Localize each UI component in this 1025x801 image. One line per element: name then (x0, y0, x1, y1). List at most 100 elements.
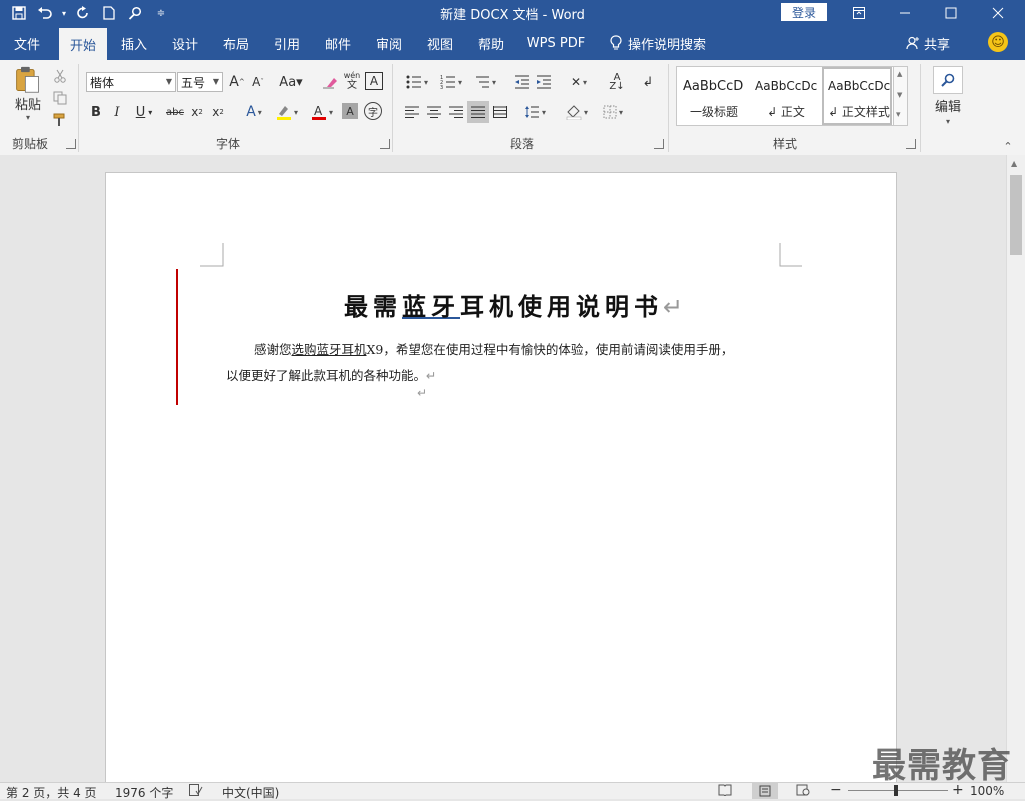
zoom-in-icon[interactable]: + (952, 782, 964, 798)
tab-view[interactable]: 视图 (418, 26, 462, 60)
chevron-down-icon[interactable]: ▼ (897, 91, 902, 99)
scroll-up-icon[interactable]: ▲ (1011, 159, 1017, 168)
styles-launcher-icon[interactable] (906, 139, 916, 149)
italic-icon[interactable]: I (109, 102, 125, 122)
chinese-layout-icon[interactable]: ✕ ▾ (564, 72, 594, 92)
vertical-scrollbar[interactable]: ▲ (1006, 155, 1025, 782)
font-color-icon[interactable]: A ▾ (307, 102, 337, 122)
zoom-out-icon[interactable]: − (830, 782, 842, 798)
save-icon[interactable] (8, 3, 30, 23)
language-status[interactable]: 中文(中国) (222, 784, 279, 801)
tab-file[interactable]: 文件 (0, 26, 54, 60)
shading-icon[interactable]: ▾ (562, 102, 592, 122)
tab-layout[interactable]: 布局 (214, 26, 258, 60)
font-launcher-icon[interactable] (380, 139, 390, 149)
document-page[interactable]: 最需蓝牙耳机使用说明书↵ 感谢您选购蓝牙耳机X9，希望您在使用过程中有愉快的体验… (105, 172, 897, 782)
paragraph-launcher-icon[interactable] (654, 139, 664, 149)
maximize-icon[interactable] (928, 0, 974, 26)
increase-indent-icon[interactable] (534, 72, 554, 92)
tab-insert[interactable]: 插入 (112, 26, 156, 60)
empty-paragraph-mark[interactable]: ↵ (417, 386, 427, 400)
tab-references[interactable]: 引用 (265, 26, 309, 60)
tab-help[interactable]: 帮助 (469, 26, 513, 60)
strikethrough-icon[interactable]: abc (164, 102, 186, 122)
tab-home[interactable]: 开始 (59, 28, 107, 60)
underline-icon[interactable]: U ▾ (130, 102, 158, 122)
find-icon[interactable] (124, 3, 146, 23)
borders-icon[interactable]: ▾ (598, 102, 628, 122)
multilevel-list-icon[interactable]: ▾ (470, 72, 500, 92)
redo-icon[interactable] (72, 3, 94, 23)
decrease-indent-icon[interactable] (512, 72, 532, 92)
ribbon-display-options-icon[interactable] (836, 0, 882, 26)
shrink-font-icon[interactable]: Aˇ (249, 72, 267, 92)
web-layout-icon[interactable] (796, 784, 810, 799)
close-icon[interactable] (975, 0, 1021, 26)
grow-font-icon[interactable]: A ^ (228, 72, 246, 92)
print-layout-icon[interactable] (752, 783, 778, 799)
minimize-icon[interactable] (882, 0, 928, 26)
body-paragraph[interactable]: 以便更好了解此款耳机的各种功能。↵ (226, 365, 826, 384)
clear-formatting-icon[interactable] (320, 72, 340, 92)
editing-button[interactable]: 编辑 ▾ (930, 64, 966, 128)
paste-dropdown-icon[interactable]: ▾ (26, 113, 30, 122)
style-body-text[interactable]: AaBbCcDc ↲ 正文样式 (822, 67, 892, 125)
numbering-icon[interactable]: 1 2 3 ▾ (436, 72, 466, 92)
new-document-icon[interactable] (98, 3, 120, 23)
tab-wps-pdf[interactable]: WPS PDF (520, 26, 592, 60)
share-button[interactable]: 共享 (906, 26, 950, 60)
document-title[interactable]: 最需蓝牙耳机使用说明书↵ (344, 287, 744, 322)
page-count[interactable]: 第 2 页，共 4 页 (6, 784, 97, 801)
clipboard-launcher-icon[interactable] (66, 139, 76, 149)
highlight-color-icon[interactable]: ▾ (272, 102, 302, 122)
tell-me-search[interactable]: 操作说明搜索 (610, 26, 706, 60)
phonetic-guide-icon[interactable]: wén 文 (342, 70, 362, 92)
enclose-characters-icon[interactable]: 字 (364, 102, 382, 120)
login-button[interactable]: 登录 (781, 3, 827, 21)
cut-icon[interactable] (50, 66, 70, 86)
justify-icon[interactable] (467, 101, 489, 123)
show-formatting-marks-icon[interactable]: ↲ (638, 72, 658, 92)
tab-design[interactable]: 设计 (163, 26, 207, 60)
paste-button[interactable]: 粘贴 ▾ (10, 66, 46, 122)
bullets-icon[interactable]: ▾ (402, 72, 432, 92)
body-paragraph[interactable]: 感谢您选购蓝牙耳机X9，希望您在使用过程中有愉快的体验，使用前请阅读使用手册， (254, 339, 814, 358)
text-effects-icon[interactable]: A ▾ (240, 102, 268, 122)
subscript-icon[interactable]: x2 (189, 102, 205, 122)
font-size-combo[interactable]: 五号 ▼ (177, 72, 223, 92)
proofing-icon[interactable] (189, 784, 203, 799)
format-painter-icon[interactable] (50, 110, 70, 130)
zoom-slider-handle[interactable] (894, 785, 898, 796)
smiley-feedback-icon[interactable]: ☺ (988, 32, 1008, 52)
line-spacing-icon[interactable]: ▾ (520, 102, 550, 122)
styles-scroll[interactable]: ▲ ▼ ▾ (893, 66, 908, 126)
align-center-icon[interactable] (424, 102, 444, 122)
sort-icon[interactable]: A Z↓ (606, 72, 628, 92)
more-styles-icon[interactable]: ▾ (896, 110, 901, 120)
distributed-icon[interactable] (490, 102, 510, 122)
align-right-icon[interactable] (446, 102, 466, 122)
read-mode-icon[interactable] (718, 784, 732, 799)
zoom-level[interactable]: 100% (970, 784, 1004, 798)
style-normal[interactable]: AaBbCcDc ↲ 正文 (751, 67, 821, 125)
scrollbar-thumb[interactable] (1010, 175, 1022, 255)
chevron-up-icon[interactable]: ▲ (897, 70, 902, 78)
tab-review[interactable]: 审阅 (367, 26, 411, 60)
zoom-slider[interactable] (848, 790, 948, 791)
font-name-combo[interactable]: 楷体 ▼ (86, 72, 176, 92)
superscript-icon[interactable]: x2 (210, 102, 226, 122)
customize-qat-icon[interactable]: ≑ (150, 3, 172, 23)
copy-icon[interactable] (50, 88, 70, 108)
change-case-icon[interactable]: Aa▾ (276, 72, 306, 92)
character-shading-icon[interactable]: A (342, 103, 358, 119)
collapse-ribbon-icon[interactable]: ⌃ (1000, 140, 1016, 153)
undo-dropdown-icon[interactable]: ▾ (60, 3, 68, 23)
word-count[interactable]: 1976 个字 (115, 784, 173, 801)
style-heading-1[interactable]: AaBbCcD 一级标题 (679, 67, 749, 125)
quick-access-toolbar: ▾ ≑ (8, 3, 172, 23)
character-border-icon[interactable]: A (365, 72, 383, 90)
align-left-icon[interactable] (402, 102, 422, 122)
undo-icon[interactable] (34, 3, 56, 23)
bold-icon[interactable]: B (88, 102, 104, 122)
tab-mailings[interactable]: 邮件 (316, 26, 360, 60)
